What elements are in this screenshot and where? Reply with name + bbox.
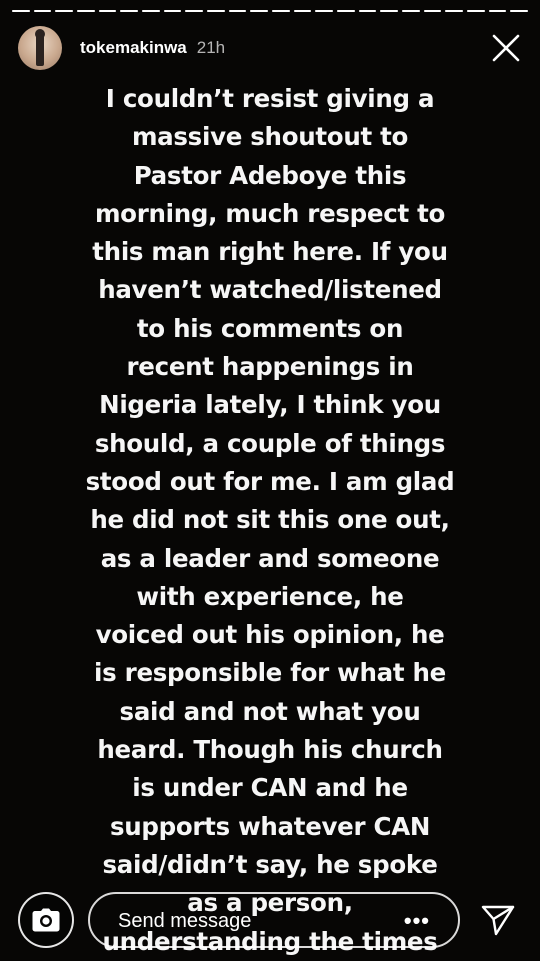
story-progress-fill (358, 10, 377, 12)
send-icon (481, 905, 515, 936)
story-progress-segment (358, 10, 377, 12)
story-text: I couldn’t resist giving a massive shout… (40, 80, 500, 961)
story-text-line: to his comments on (136, 313, 404, 343)
story-progress-fill (120, 10, 139, 12)
story-text-line: Nigeria lately, I think you (99, 390, 441, 420)
story-progress-fill (98, 10, 117, 12)
story-progress-segment (98, 10, 117, 12)
time-ago: 21h (196, 38, 226, 57)
story-text-line: said and not what you (119, 696, 421, 726)
camera-button[interactable] (18, 892, 74, 948)
story-text-line: with experience, he (136, 581, 404, 611)
close-button[interactable] (490, 32, 522, 64)
story-text-line: he did not sit this one out, (90, 505, 450, 535)
story-progress-segment (423, 10, 442, 12)
story-progress-segment (12, 10, 30, 12)
story-progress-fill (315, 10, 334, 12)
story-progress-fill (142, 10, 160, 12)
story-text-line: this man right here. If you (92, 237, 448, 267)
story-text-line: is under CAN and he (132, 773, 408, 803)
story-progress-segment (293, 10, 312, 12)
story-text-line: heard. Though his church (97, 735, 443, 765)
story-text-line: is responsible for what he (94, 658, 446, 688)
story-progress-segment (380, 10, 399, 12)
avatar-figure-body (36, 32, 44, 66)
story-progress-segment (185, 10, 204, 12)
story-progress-segment (445, 10, 464, 12)
story-text-line: voiced out his opinion, he (95, 620, 445, 650)
story-text-line: recent happenings in (126, 352, 414, 382)
story-progress-segment (337, 10, 355, 12)
story-progress-fill (510, 10, 529, 12)
username[interactable]: tokemakinwa (80, 38, 187, 58)
story-progress-fill (445, 10, 464, 12)
story-progress-fill (185, 10, 204, 12)
story-text-line: said/didn’t say, he spoke (102, 849, 438, 879)
story-progress-fill (423, 10, 442, 12)
story-progress-segment (510, 10, 529, 12)
story-screen: tokemakinwa 21h I couldn’t resist giving… (0, 0, 540, 960)
story-progress-segment (55, 10, 74, 12)
story-text-line: supports whatever CAN (109, 811, 431, 841)
story-progress-fill (293, 10, 312, 12)
story-progress-fill (12, 10, 30, 12)
story-progress-segment (120, 10, 139, 12)
more-options-icon[interactable]: ••• (404, 908, 430, 934)
story-text-line: massive shoutout to (131, 122, 409, 152)
story-progress-segment (272, 10, 290, 12)
story-progress-segment (315, 10, 334, 12)
story-text-line: morning, much respect to (94, 198, 446, 228)
send-message-input[interactable]: Send message ••• (88, 892, 460, 948)
story-progress-segment (207, 10, 225, 12)
story-progress-fill (250, 10, 269, 12)
story-text-line: should, a couple of things (94, 428, 446, 458)
send-button[interactable] (480, 902, 516, 938)
story-progress-segment (402, 10, 420, 12)
story-progress-segment (33, 10, 52, 12)
story-progress-fill (55, 10, 74, 12)
story-text-line: Pastor Adeboye this (133, 160, 407, 190)
reply-bar: Send message ••• (0, 890, 540, 950)
story-progress-segment (77, 10, 95, 12)
story-text-line: haven’t watched/listened (98, 275, 442, 305)
story-text-line: I couldn’t resist giving a (105, 84, 435, 113)
story-progress-fill (337, 10, 355, 12)
story-header: tokemakinwa 21h (18, 26, 522, 70)
story-progress-fill (488, 10, 507, 12)
story-text-line: as a leader and someone (100, 543, 440, 573)
story-progress-segment (142, 10, 160, 12)
story-progress-segment (228, 10, 247, 12)
story-progress-fill (380, 10, 399, 12)
story-progress-segment (250, 10, 269, 12)
story-progress-fill (272, 10, 290, 12)
story-text-line: stood out for me. I am glad (85, 466, 455, 496)
avatar[interactable] (18, 26, 62, 70)
story-progress-segment (467, 10, 485, 12)
story-progress-bar (12, 10, 529, 13)
send-message-placeholder: Send message (118, 910, 252, 932)
camera-icon (32, 908, 60, 932)
story-progress-fill (402, 10, 420, 12)
story-progress-segment (488, 10, 507, 12)
story-progress-fill (77, 10, 95, 12)
close-icon (492, 34, 520, 62)
story-progress-fill (207, 10, 225, 12)
story-progress-fill (228, 10, 247, 12)
story-progress-segment (163, 10, 182, 12)
story-progress-fill (467, 10, 485, 12)
story-progress-fill (163, 10, 182, 12)
story-progress-fill (33, 10, 52, 12)
